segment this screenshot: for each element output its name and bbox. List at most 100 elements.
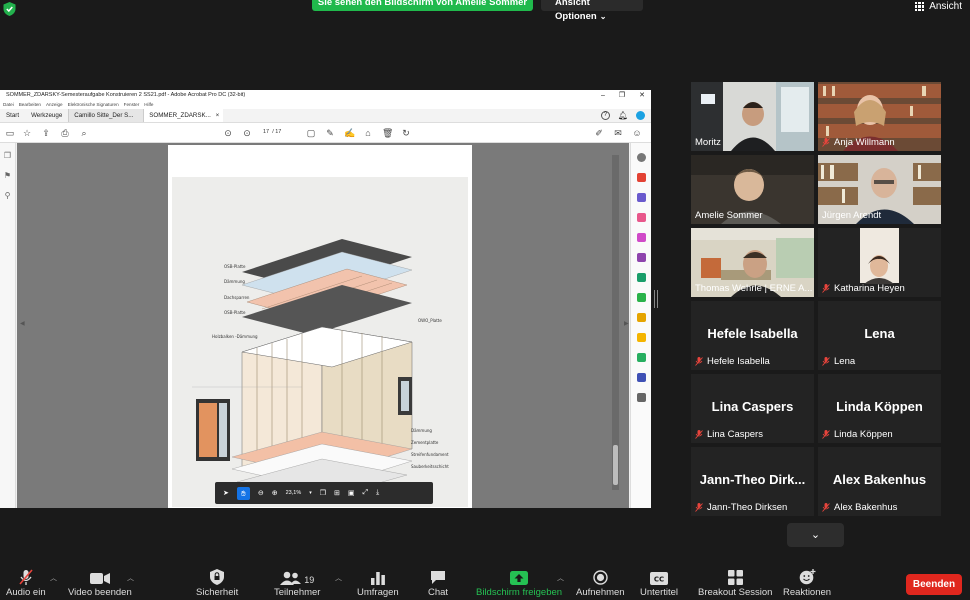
bell-icon[interactable]: 🔔︎ (618, 111, 628, 120)
scrollbar-thumb[interactable] (613, 445, 618, 485)
fullscreen-icon[interactable]: ⤢ (363, 489, 369, 497)
participant-tile[interactable]: Jann-Theo Dirk... Jann-Theo Dirksen (691, 447, 814, 516)
chevron-down-icon[interactable]: ▾ (309, 490, 312, 496)
scan-icon[interactable] (636, 313, 646, 322)
print-icon[interactable]: ⎙ (60, 128, 70, 138)
scrollbar[interactable] (612, 155, 619, 490)
copy-icon[interactable]: ❐ (320, 489, 326, 497)
attachment-icon[interactable]: ⚲ (3, 191, 13, 201)
page-indicator[interactable]: 17 / 17 (263, 129, 281, 135)
organize-pages-icon[interactable] (636, 273, 646, 282)
menu-item-file[interactable]: Datei (3, 101, 14, 109)
cursor-icon[interactable]: ➤ (223, 489, 229, 497)
participant-tile[interactable]: Alex Bakenhus Alex Bakenhus (818, 447, 941, 516)
tab-start[interactable]: Start (0, 109, 25, 122)
participant-tile[interactable]: Anja Willmann (818, 82, 941, 151)
create-pdf-icon[interactable] (636, 193, 646, 202)
share-screen-button[interactable]: Bildschirm freigeben (476, 569, 562, 598)
save-icon[interactable]: ▭ (5, 128, 15, 138)
participants-options-caret-icon[interactable]: ︿ (335, 573, 342, 583)
participant-tile[interactable]: Lena Lena (818, 301, 941, 370)
share-user-icon[interactable]: ☺ (632, 128, 642, 138)
end-meeting-button[interactable]: Beenden (906, 574, 962, 595)
menu-item-signatures[interactable]: Elektronische Signaturen (68, 101, 119, 109)
rotate-icon[interactable]: ↻ (401, 128, 411, 138)
tab-document-2[interactable]: SOMMER_ZDARSK... × (143, 109, 224, 123)
fill-sign-tool-icon[interactable] (636, 253, 646, 262)
trash-icon[interactable]: 🗑︎ (382, 128, 393, 138)
star-icon[interactable]: ☆ (22, 128, 32, 138)
split-handle[interactable] (654, 290, 658, 308)
encryption-shield-icon[interactable] (3, 2, 16, 16)
audio-button[interactable]: Audio ein (6, 569, 46, 598)
view-button[interactable]: Ansicht (914, 1, 962, 12)
chevron-down-icon: ⌄ (810, 529, 821, 541)
bookmark-icon[interactable]: ⚑ (3, 171, 13, 181)
tab-tools[interactable]: Werkzeuge (25, 109, 68, 122)
close-tab-icon[interactable]: × (216, 109, 220, 123)
comment-icon[interactable]: ▢ (306, 128, 316, 138)
captions-button[interactable]: CC Untertitel (640, 569, 678, 598)
security-button[interactable]: Sicherheit (196, 569, 238, 598)
sign-icon[interactable]: ✍ (344, 128, 355, 138)
participant-tile[interactable]: Amelie Sommer (691, 155, 814, 224)
zoom-search-icon[interactable]: ⌕ (79, 128, 89, 138)
participant-tile[interactable]: Jürgen Arendt (818, 155, 941, 224)
maximize-icon[interactable]: ❐ (619, 90, 625, 101)
participant-tile[interactable]: Lina Caspers Lina Caspers (691, 374, 814, 443)
participant-tile[interactable]: Katharina Heyen (818, 228, 941, 297)
crop-icon[interactable]: ⊞ (334, 489, 340, 497)
page-up-icon[interactable]: ⊙ (223, 128, 233, 138)
participant-tile[interactable]: Moritz (691, 82, 814, 151)
participant-tile[interactable]: Linda Köppen Linda Köppen (818, 374, 941, 443)
share-options-caret-icon[interactable]: ︿ (557, 573, 564, 583)
view-options-menu[interactable]: Ansicht Optionen ⌄ (541, 0, 643, 22)
zoom-in-icon[interactable] (636, 153, 646, 162)
pages-icon[interactable]: ❐ (3, 151, 13, 161)
collapse-right-icon[interactable]: ▶ (624, 320, 629, 327)
edit-pdf-icon[interactable] (636, 213, 646, 222)
zoom-in-icon[interactable]: ⊕ (272, 489, 278, 497)
participant-tile-active-speaker[interactable]: Thomas Wehrle | ERNE A... (691, 228, 814, 297)
video-options-caret-icon[interactable]: ︿ (127, 573, 134, 583)
participant-tile[interactable]: Hefele Isabella Hefele Isabella (691, 301, 814, 370)
fill-sign-icon[interactable]: ✐ (594, 128, 604, 138)
chat-button[interactable]: Chat (428, 569, 448, 598)
participants-button[interactable]: 19 Teilnehmer (274, 569, 320, 598)
fit-page-icon[interactable]: ▣ (348, 489, 355, 497)
record-button[interactable]: Aufnehmen (576, 569, 625, 598)
upload-icon[interactable]: ⇪ (41, 128, 51, 138)
stamp-icon[interactable]: ⌂ (363, 128, 373, 138)
collapse-left-icon[interactable]: ◀ (20, 320, 25, 327)
account-icon[interactable] (636, 111, 645, 120)
protect-icon[interactable] (636, 373, 646, 382)
menu-item-view[interactable]: Anzeige (46, 101, 63, 109)
zoom-out-icon[interactable]: ⊖ (258, 489, 264, 497)
page-current[interactable]: 17 (263, 129, 269, 135)
download-icon[interactable]: ⤓ (376, 489, 379, 497)
help-icon[interactable]: ? (600, 111, 610, 120)
comment-tool-icon[interactable] (636, 233, 646, 242)
menu-item-help[interactable]: Hilfe (144, 101, 153, 109)
page-down-icon[interactable]: ⊙ (242, 128, 252, 138)
more-tools-icon[interactable] (636, 393, 646, 402)
close-icon[interactable]: ✕ (639, 90, 645, 101)
menu-item-window[interactable]: Fenster (124, 101, 140, 109)
compress-icon[interactable] (636, 293, 646, 302)
minimize-icon[interactable]: – (601, 90, 605, 101)
note-icon[interactable] (636, 333, 646, 342)
print-production-icon[interactable] (636, 353, 646, 362)
pen-icon[interactable]: ✎ (325, 128, 335, 138)
export-pdf-icon[interactable] (636, 173, 646, 182)
zoom-level[interactable]: 23,1% (286, 490, 302, 496)
hand-tool-icon[interactable]: ✋︎ (236, 486, 250, 500)
audio-options-caret-icon[interactable]: ︿ (50, 573, 57, 583)
next-page-button[interactable]: ⌄ (787, 523, 844, 547)
mail-icon[interactable]: ✉ (613, 128, 623, 138)
reactions-button[interactable]: Reaktionen (783, 569, 831, 598)
tab-document-1[interactable]: Camillo Sitte_Der S... (68, 109, 144, 122)
polls-button[interactable]: Umfragen (357, 569, 399, 598)
breakout-session-button[interactable]: Breakout Session (698, 569, 772, 598)
video-button[interactable]: Video beenden (68, 569, 132, 598)
menu-item-edit[interactable]: Bearbeiten (19, 101, 41, 109)
